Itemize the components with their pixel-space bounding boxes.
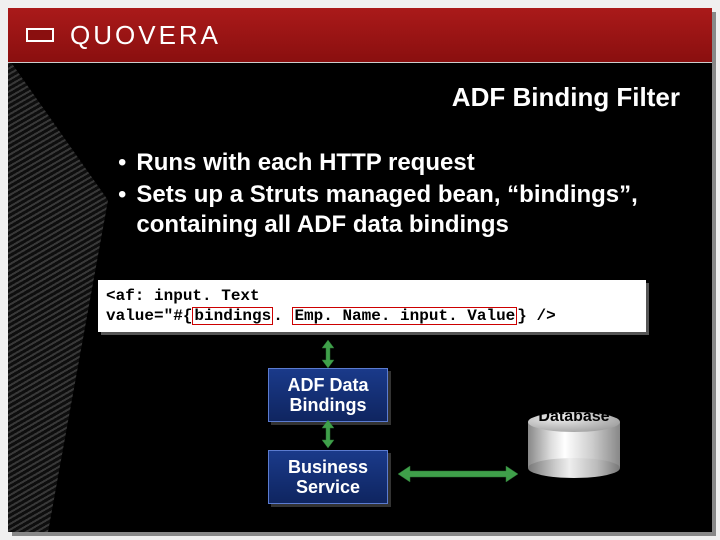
code-frag: . — [273, 307, 292, 325]
header-bar: QUOVERA — [8, 8, 712, 62]
list-item: • Runs with each HTTP request — [118, 148, 658, 178]
slide: QUOVERA ADF Binding Filter • Runs with e… — [8, 8, 712, 532]
bullet-icon: • — [118, 148, 126, 178]
code-frag: value="#{ — [106, 307, 192, 325]
bullet-list: • Runs with each HTTP request • Sets up … — [118, 148, 658, 242]
adf-data-bindings-box: ADF Data Bindings — [268, 368, 388, 422]
box-label: Business Service — [281, 457, 375, 497]
business-service-box: Business Service — [268, 450, 388, 504]
arrow-vertical-icon — [320, 340, 336, 370]
bullet-text: Runs with each HTTP request — [136, 148, 474, 178]
bullet-text: Sets up a Struts managed bean, “bindings… — [136, 180, 658, 240]
logo: QUOVERA — [26, 20, 221, 51]
code-line-2: value="#{bindings. Emp. Name. input. Val… — [106, 306, 638, 326]
code-line-1: <af: input. Text — [106, 286, 638, 306]
code-highlight-bindings: bindings — [192, 307, 273, 325]
logo-square-right-icon — [40, 28, 54, 42]
diagram: ADF Data Bindings Business Service Datab… — [228, 338, 658, 508]
database-label: Database — [526, 408, 622, 426]
code-frag: } /> — [517, 307, 555, 325]
box-label: ADF Data Bindings — [281, 375, 375, 415]
arrow-horizontal-icon — [398, 464, 518, 484]
brand-name: QUOVERA — [70, 20, 221, 51]
list-item: • Sets up a Struts managed bean, “bindin… — [118, 180, 658, 240]
arrow-vertical-icon — [320, 420, 336, 450]
code-highlight-expr: Emp. Name. input. Value — [292, 307, 517, 325]
side-texture — [8, 58, 108, 532]
page-title: ADF Binding Filter — [452, 82, 680, 113]
logo-square-left-icon — [26, 28, 40, 42]
header-underline — [8, 62, 712, 63]
code-snippet: <af: input. Text value="#{bindings. Emp.… — [98, 280, 646, 332]
bullet-icon: • — [118, 180, 126, 210]
